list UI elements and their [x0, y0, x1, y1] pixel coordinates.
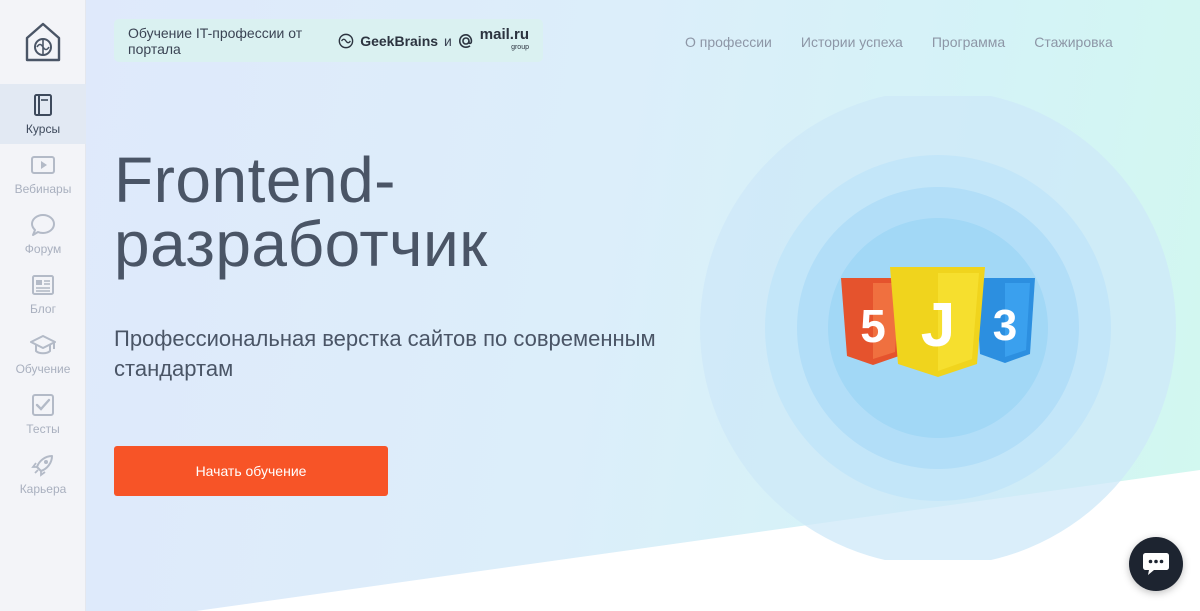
- logo[interactable]: [0, 0, 86, 84]
- page-title: Frontend- разработчик: [114, 148, 488, 276]
- sidebar-item-tests[interactable]: Тесты: [0, 384, 86, 444]
- start-learning-button[interactable]: Начать обучение: [114, 446, 388, 496]
- at-sign-icon: [458, 33, 473, 48]
- page-title-line2: разработчик: [114, 208, 488, 280]
- sidebar-item-career[interactable]: Карьера: [0, 444, 86, 504]
- css3-icon: 3: [975, 278, 1035, 363]
- sidebar: Курсы Вебинары Форум Блог Обучение Тесты…: [0, 0, 86, 611]
- sidebar-item-label: Карьера: [19, 482, 67, 496]
- rocket-icon: [31, 455, 53, 477]
- sidebar-item-label: Тесты: [26, 422, 60, 436]
- nav-program[interactable]: Программа: [932, 34, 1005, 50]
- main-content: 5 3 J Обучение IT-профессии от портала G…: [86, 0, 1200, 611]
- sidebar-item-blog[interactable]: Блог: [0, 264, 86, 324]
- chat-icon: [1143, 553, 1169, 575]
- sidebar-item-forum[interactable]: Форум: [0, 204, 86, 264]
- sidebar-item-label: Форум: [24, 242, 62, 256]
- brain-house-icon: [25, 22, 61, 62]
- partner-badge: Обучение IT-профессии от портала GeekBra…: [114, 19, 543, 62]
- sidebar-item-label: Вебинары: [14, 182, 72, 196]
- sidebar-item-education[interactable]: Обучение: [0, 324, 86, 384]
- page-title-line1: Frontend-: [114, 144, 396, 216]
- tech-logos-graphic: 5 3 J: [700, 96, 1176, 560]
- sidebar-item-label: Курсы: [25, 122, 61, 136]
- newspaper-icon: [32, 275, 54, 295]
- sidebar-item-label: Блог: [30, 302, 56, 316]
- nav-success-stories[interactable]: Истории успеха: [801, 34, 903, 50]
- chat-button[interactable]: [1129, 537, 1183, 591]
- nav-internship[interactable]: Стажировка: [1034, 34, 1113, 50]
- js-glyph: J: [921, 291, 955, 360]
- partner-text: Обучение IT-профессии от портала: [128, 24, 303, 57]
- css3-glyph: 3: [993, 301, 1017, 350]
- partner-conjunction: и: [444, 32, 452, 49]
- chat-bubble-icon: [31, 214, 55, 236]
- nav-about-profession[interactable]: О профессии: [685, 34, 772, 50]
- geekbrains-icon: [338, 33, 354, 48]
- mailru-wordmark: mail.ru: [479, 25, 529, 43]
- hero-subtitle: Профессиональная верстка сайтов по совре…: [114, 326, 656, 381]
- graduation-cap-icon: [30, 335, 56, 355]
- geekbrains-link[interactable]: GeekBrains: [360, 33, 438, 49]
- sidebar-item-webinars[interactable]: Вебинары: [0, 144, 86, 204]
- html5-glyph: 5: [860, 300, 886, 352]
- js-icon: J: [890, 267, 985, 377]
- checkbox-icon: [32, 394, 54, 416]
- mailru-link[interactable]: mail.ru group: [479, 25, 529, 54]
- book-icon: [34, 94, 52, 116]
- top-nav: О профессии Истории успеха Программа Ста…: [685, 34, 1113, 50]
- play-icon: [31, 156, 55, 174]
- sidebar-item-courses[interactable]: Курсы: [0, 84, 86, 144]
- sidebar-item-label: Обучение: [15, 362, 71, 376]
